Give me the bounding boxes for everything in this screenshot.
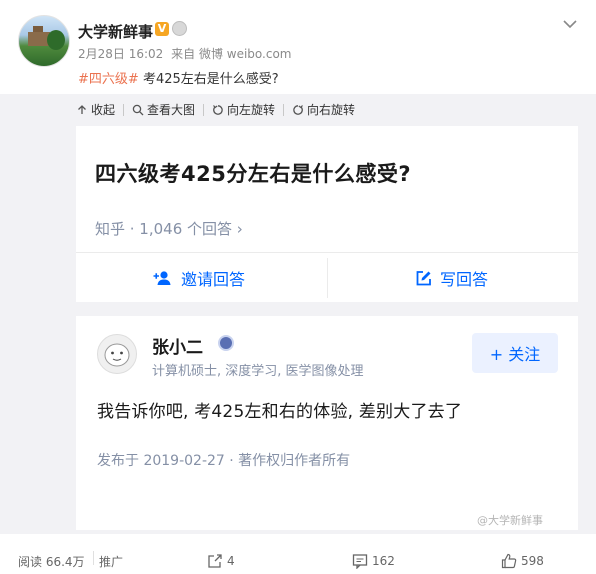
image-toolbar: 收起 查看大图 向左旋转 向右旋转: [76, 101, 355, 118]
invite-answer-button: 邀请回答: [153, 266, 245, 290]
comment-count: 162: [372, 554, 395, 568]
badge-icon: [218, 335, 234, 351]
username[interactable]: 大学新鲜事: [78, 21, 153, 42]
collapse-arrow-icon: [78, 104, 86, 114]
write-answer-button: 写回答: [415, 266, 488, 290]
verified-icon: V: [155, 22, 169, 36]
divider: [93, 551, 94, 565]
author-name: 张小二: [152, 338, 203, 358]
thumbs-up-icon: [501, 553, 517, 569]
repost-count: 4: [227, 554, 235, 568]
edit-icon: [416, 270, 431, 285]
question-title: 四六级考425分左右是什么感受?: [95, 162, 412, 186]
comment-icon: [352, 554, 368, 569]
post-source: 来自 微博 weibo.com: [171, 47, 292, 61]
rotate-left-button[interactable]: 向左旋转: [212, 101, 275, 118]
collapse-button[interactable]: 收起: [76, 101, 115, 118]
divider: [327, 258, 328, 298]
read-count: 阅读 66.4万: [18, 555, 85, 569]
repost-button[interactable]: 4: [207, 553, 235, 569]
invite-label: 邀请回答: [181, 270, 246, 289]
author-avatar: [97, 334, 137, 374]
view-large-label: 查看大图: [147, 103, 196, 117]
post-text: #四六级# 考425左右是什么感受?: [78, 68, 279, 87]
rotate-left-icon: [213, 104, 223, 115]
hashtag-link[interactable]: #四六级#: [78, 72, 139, 87]
view-large-button[interactable]: 查看大图: [132, 101, 195, 118]
rotate-left-label: 向左旋转: [227, 103, 276, 117]
rotate-right-icon: [293, 104, 303, 115]
author-description: 计算机硕士, 深度学习, 医学图像处理: [152, 364, 364, 379]
search-icon: [132, 104, 144, 115]
promote-link[interactable]: 推广: [99, 553, 123, 570]
medal-icon[interactable]: [172, 21, 187, 36]
follow-button: + 关注: [472, 333, 558, 373]
post-body: 考425左右是什么感受?: [142, 72, 279, 87]
repost-icon: [208, 554, 222, 568]
question-meta: 知乎 · 1,046 个回答 ›: [95, 220, 243, 238]
comment-button[interactable]: 162: [352, 553, 395, 569]
answer-body: 我告诉你吧, 考425左和右的体验, 差别大了去了: [97, 402, 463, 422]
rotate-right-label: 向右旋转: [307, 103, 356, 117]
collapse-label: 收起: [91, 103, 116, 117]
watermark: @大学新鲜事: [477, 514, 543, 527]
like-count: 598: [521, 554, 544, 568]
write-label: 写回答: [440, 270, 489, 289]
like-button[interactable]: 598: [501, 553, 544, 569]
answer-date: 发布于 2019-02-27 · 著作权归作者所有: [97, 453, 351, 469]
divider: [76, 252, 578, 253]
avatar[interactable]: [18, 15, 70, 67]
post-date[interactable]: 2月28日 16:02: [78, 47, 163, 61]
chevron-down-icon[interactable]: [562, 16, 578, 30]
add-user-icon: [153, 271, 171, 285]
post-meta: 2月28日 16:02 来自 微博 weibo.com: [78, 45, 296, 62]
rotate-right-button[interactable]: 向右旋转: [292, 101, 355, 118]
